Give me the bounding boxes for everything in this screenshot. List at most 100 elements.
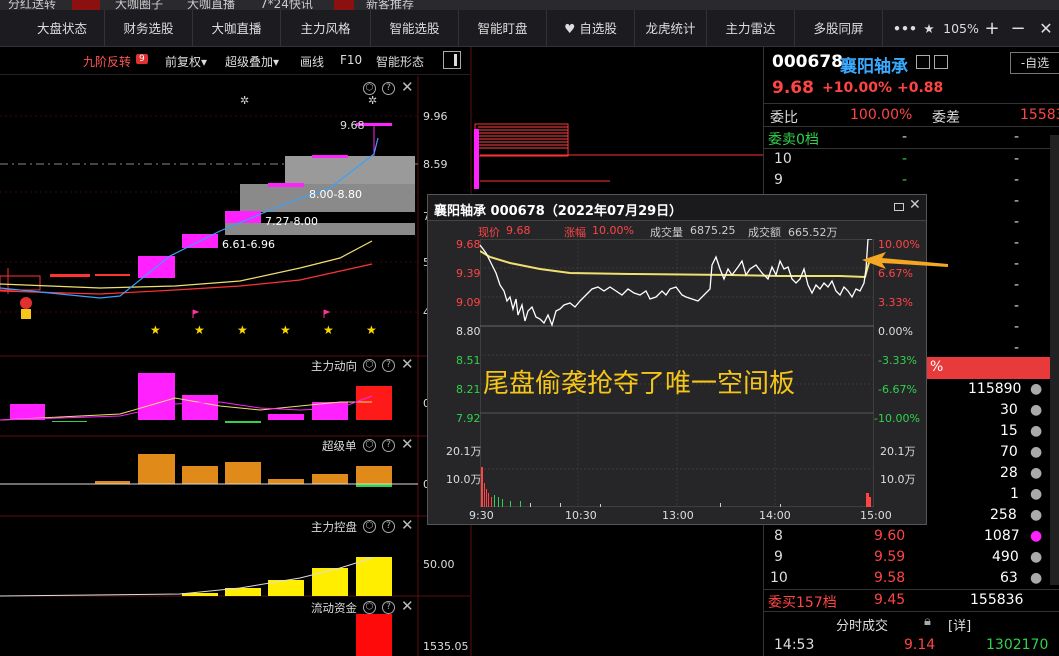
sell-level: 9 xyxy=(774,172,783,188)
top-item[interactable]: 7*24快讯 xyxy=(260,0,313,10)
price-axis-label: 9.39 xyxy=(456,267,481,280)
buy-total-volume: 155836 xyxy=(970,592,1024,608)
fuquan-select[interactable]: 前复权▾ xyxy=(165,53,207,70)
buy-total-row: 委买157档 9.45 155836 xyxy=(764,590,1059,611)
top-item[interactable]: 分红送转 xyxy=(8,0,56,10)
time-label: 15:00 xyxy=(860,509,892,522)
nav-zixuangu-label: 自选股 xyxy=(579,21,617,36)
close-icon[interactable]: ✕ xyxy=(401,435,414,453)
close-icon[interactable]: ✕ xyxy=(401,597,414,615)
weibi-value: 100.00% xyxy=(850,107,913,123)
help-icon[interactable]: ? xyxy=(382,439,395,452)
weicha-value: 15583 xyxy=(1020,107,1059,123)
buy-row[interactable]: 10 9.58 63 ● xyxy=(764,568,1059,589)
vol-value: 6875.25 xyxy=(690,224,736,237)
note-icon[interactable] xyxy=(916,55,930,69)
nav-zhulifengge[interactable]: 主力风格 xyxy=(281,10,371,47)
settings-icon[interactable]: ⬡ xyxy=(363,359,376,372)
nav-caiwu[interactable]: 财务选股 xyxy=(105,10,193,47)
settings-icon[interactable]: ⬡ xyxy=(363,439,376,452)
kline-chart-area: ★ ★ ★ ★ ★ ★ ✲ ✲ xyxy=(0,76,470,656)
nav-duogu[interactable]: 多股同屏 xyxy=(795,10,883,47)
buy-total-label: 委买157档 xyxy=(768,595,837,611)
buy-level: 9 xyxy=(774,549,783,565)
buy-price: 9.58 xyxy=(874,570,906,586)
depth-block xyxy=(474,123,569,157)
top-item[interactable]: 大咖直播 xyxy=(187,0,235,10)
buy-volume: 28 xyxy=(1000,465,1018,481)
price-axis-label: 9.09 xyxy=(456,296,481,309)
chart-toolbar: 九阶反转 9 前复权▾ 超级叠加▾ 画线 F10 智能形态 xyxy=(0,47,470,75)
panel-toggle-icon[interactable] xyxy=(443,51,461,69)
zoom-in-button[interactable]: + xyxy=(984,10,1000,47)
amt-label: 成交额 xyxy=(748,226,781,239)
sell-level: 10 xyxy=(774,151,792,167)
price-label: 现价 xyxy=(478,226,500,239)
close-icon[interactable]: ✕ xyxy=(401,78,414,96)
tick-volume: 1302170 xyxy=(986,637,1049,653)
add-watchlist-button[interactable]: -自选 xyxy=(1010,52,1059,74)
panel-title: 主力控盘 xyxy=(311,520,357,534)
zone-box xyxy=(285,156,415,186)
star-icon[interactable]: ★ xyxy=(921,10,937,47)
buy-row[interactable]: 9 9.59 490 ● xyxy=(764,547,1059,568)
top-active-tab[interactable] xyxy=(334,0,354,10)
more-icon[interactable]: ••• xyxy=(892,10,918,47)
change-pct: +10.00% xyxy=(822,80,893,96)
ma-line-red xyxy=(0,263,373,295)
vol-axis-label: 10.0万 xyxy=(880,473,916,486)
overlay-select[interactable]: 超级叠加▾ xyxy=(225,53,279,70)
panel-title: 超级单 xyxy=(322,439,357,453)
close-icon[interactable]: ✕ xyxy=(909,197,921,213)
tick-time: 14:53 xyxy=(774,637,815,653)
nav-dakazhibo[interactable]: 大咖直播 xyxy=(193,10,281,47)
nav-zixuangu[interactable]: ♥ 自选股 xyxy=(547,10,635,47)
candle xyxy=(50,274,90,277)
top-item[interactable]: 大咖圈子 xyxy=(115,0,163,10)
close-icon[interactable]: ✕ xyxy=(401,355,414,373)
nav-zhulileida[interactable]: 主力雷达 xyxy=(707,10,795,47)
zoom-level: 105% xyxy=(943,21,979,36)
nav-dapan[interactable]: 大盘状态 xyxy=(20,10,105,47)
f10-button[interactable]: F10 xyxy=(340,53,362,67)
zone-label: 7.27-8.00 xyxy=(265,215,318,228)
zoom-out-button[interactable]: − xyxy=(1010,10,1026,47)
popup-title-bar[interactable]: 襄阳轴承 000678（2022年07月29日） ✕ xyxy=(428,195,926,221)
help-icon[interactable]: ? xyxy=(382,520,395,533)
nav-zhinengxuangu[interactable]: 智能选股 xyxy=(371,10,459,47)
nav-longhu[interactable]: 龙虎统计 xyxy=(635,10,707,47)
help-icon[interactable]: ? xyxy=(382,601,395,614)
price-axis-label: 8.51 xyxy=(456,354,481,367)
help-icon[interactable]: ? xyxy=(382,359,395,372)
settings-icon[interactable]: ⬡ xyxy=(363,82,376,95)
draw-line-button[interactable]: 画线 xyxy=(300,53,324,70)
weicha-label: 委差 xyxy=(932,110,960,126)
top-item[interactable]: 新客推荐 xyxy=(366,0,414,10)
copy-icon[interactable] xyxy=(934,55,948,69)
candle xyxy=(268,183,304,187)
tick-detail-link[interactable]: [详] xyxy=(948,615,971,634)
tick-price: 9.14 xyxy=(904,637,936,653)
help-icon[interactable]: ? xyxy=(382,82,395,95)
buy-level: 8 xyxy=(774,528,783,544)
scrollbar[interactable] xyxy=(1050,135,1059,585)
settings-icon[interactable]: ⬡ xyxy=(363,601,376,614)
lock-icon[interactable]: 🔒︎ xyxy=(924,614,931,629)
nine-reversal[interactable]: 九阶反转 xyxy=(83,53,131,70)
buy-row[interactable]: 8 9.60 1087 ● xyxy=(764,526,1059,547)
sell-row[interactable]: 9-- xyxy=(764,170,1059,191)
nav-zhinengdingpan[interactable]: 智能盯盘 xyxy=(459,10,547,47)
vol-axis-label: 20.1万 xyxy=(446,445,482,458)
stock-code: 000678 xyxy=(772,52,843,72)
time-label: 13:00 xyxy=(662,509,694,522)
avg-price-line xyxy=(480,250,871,279)
smart-pattern-button[interactable]: 智能形态 xyxy=(376,53,424,70)
top-active-tab[interactable] xyxy=(72,0,100,10)
buy-total-price: 9.45 xyxy=(874,592,906,608)
settings-icon[interactable]: ⬡ xyxy=(363,520,376,533)
price-axis-label: 8.80 xyxy=(456,325,481,338)
maximize-icon[interactable] xyxy=(894,203,904,211)
close-icon[interactable]: ✕ xyxy=(1036,10,1056,47)
sell-row[interactable]: 10- - xyxy=(764,149,1059,170)
close-icon[interactable]: ✕ xyxy=(401,516,414,534)
